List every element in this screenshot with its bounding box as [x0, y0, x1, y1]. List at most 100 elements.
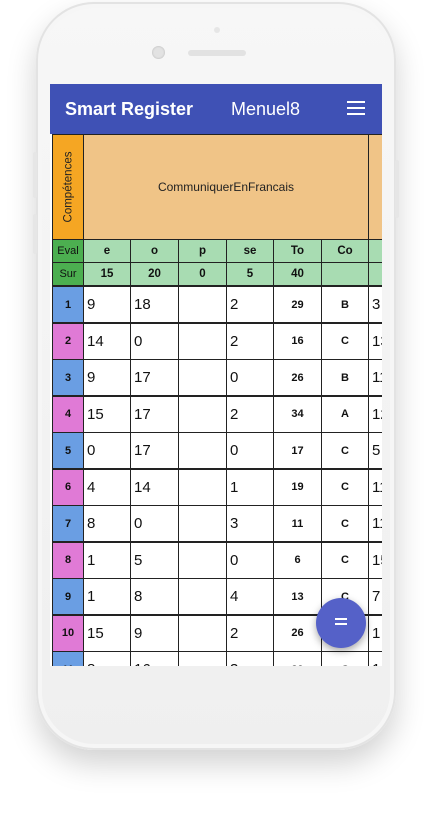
row-number: 3 — [52, 359, 84, 396]
competence-label-cell: Compétences — [52, 134, 84, 240]
grade-cell-se[interactable]: 4 — [226, 578, 274, 615]
grade-cell-o[interactable]: 9 — [130, 614, 179, 652]
grade-cell-e[interactable]: 0 — [83, 432, 131, 469]
phone-speaker — [188, 50, 246, 56]
grade-cell-co[interactable]: C — [321, 432, 369, 469]
row-number: 6 — [52, 468, 84, 506]
grade-cell-p[interactable] — [178, 359, 227, 396]
grade-cell-p[interactable] — [178, 286, 227, 323]
grade-cell-e[interactable]: 8 — [83, 651, 131, 666]
grade-cell-next[interactable]: 11 — [368, 359, 382, 396]
grade-cell-e[interactable]: 1 — [83, 541, 131, 579]
grade-cell-to[interactable]: 34 — [273, 395, 322, 433]
grade-cell-o[interactable]: 0 — [130, 505, 179, 542]
grade-cell-next[interactable]: 1 — [368, 651, 382, 666]
grade-cell-to[interactable]: 17 — [273, 432, 322, 469]
grade-cell-se[interactable]: 2 — [226, 614, 274, 652]
grade-cell-next[interactable]: 5 — [368, 432, 382, 469]
grade-cell-next[interactable]: 11 — [368, 505, 382, 542]
grade-cell-p[interactable] — [178, 541, 227, 579]
grade-cell-o[interactable]: 17 — [130, 359, 179, 396]
grade-cell-se[interactable]: 3 — [226, 651, 274, 666]
grade-cell-o[interactable]: 14 — [130, 468, 179, 506]
grade-cell-o[interactable]: 16 — [130, 651, 179, 666]
grade-cell-next[interactable]: 15 — [368, 541, 382, 579]
grade-cell-next[interactable]: 12 — [368, 395, 382, 433]
grade-cell-p[interactable] — [178, 322, 227, 360]
grade-cell-co[interactable]: C — [321, 541, 369, 579]
grade-cell-to[interactable]: 13 — [273, 578, 322, 615]
grade-cell-co[interactable]: C — [321, 468, 369, 506]
sur-col-se: 5 — [226, 262, 274, 286]
grade-cell-se[interactable]: 1 — [226, 468, 274, 506]
grade-cell-se[interactable]: 2 — [226, 286, 274, 323]
competence-label: Compétences — [62, 151, 74, 223]
row-number: 9 — [52, 578, 84, 615]
grade-cell-co[interactable]: C — [321, 322, 369, 360]
phone-side-button-left — [33, 152, 37, 198]
grade-cell-e[interactable]: 9 — [83, 359, 131, 396]
phone-side-button-right — [395, 160, 399, 218]
phone-home-button — [182, 690, 242, 730]
grade-cell-o[interactable]: 18 — [130, 286, 179, 323]
grade-cell-o[interactable]: 17 — [130, 432, 179, 469]
grade-cell-se[interactable]: 0 — [226, 359, 274, 396]
grade-cell-o[interactable]: 17 — [130, 395, 179, 433]
grade-cell-se[interactable]: 2 — [226, 395, 274, 433]
grade-cell-co[interactable]: B — [321, 359, 369, 396]
grade-cell-co[interactable]: A — [321, 395, 369, 433]
grade-cell-to[interactable]: 26 — [273, 614, 322, 652]
grade-cell-e[interactable]: 9 — [83, 286, 131, 323]
grade-cell-e[interactable]: 15 — [83, 395, 131, 433]
grade-cell-co[interactable]: C — [321, 505, 369, 542]
eval-col-o: o — [130, 239, 179, 263]
eval-col-to: To — [273, 239, 322, 263]
grade-cell-next[interactable]: 7 — [368, 578, 382, 615]
grade-cell-co[interactable]: C — [321, 651, 369, 666]
row-number: 4 — [52, 395, 84, 433]
grade-cell-next[interactable]: 1 — [368, 614, 382, 652]
grade-cell-o[interactable]: 0 — [130, 322, 179, 360]
grade-cell-se[interactable]: 0 — [226, 432, 274, 469]
grade-cell-co[interactable]: B — [321, 286, 369, 323]
grade-cell-p[interactable] — [178, 578, 227, 615]
competence-name-cell[interactable]: CommuniquerEnFrancais — [83, 134, 369, 240]
hamburger-menu-icon[interactable] — [347, 101, 365, 116]
filter-fab-button[interactable] — [316, 598, 366, 648]
grade-cell-to[interactable]: 26 — [273, 359, 322, 396]
grade-cell-to[interactable]: 16 — [273, 322, 322, 360]
grade-cell-p[interactable] — [178, 505, 227, 542]
grade-cell-next[interactable]: 3 — [368, 286, 382, 323]
grade-cell-e[interactable]: 15 — [83, 614, 131, 652]
grade-cell-se[interactable]: 3 — [226, 505, 274, 542]
grade-cell-e[interactable]: 1 — [83, 578, 131, 615]
grade-cell-e[interactable]: 14 — [83, 322, 131, 360]
grade-cell-to[interactable]: 29 — [273, 286, 322, 323]
grade-cell-to[interactable]: 29 — [273, 651, 322, 666]
competence-next-cell[interactable] — [368, 134, 382, 240]
eval-col-se: se — [226, 239, 274, 263]
grade-cell-e[interactable]: 8 — [83, 505, 131, 542]
app-bar: Smart Register Menuel8 — [50, 84, 382, 134]
grade-cell-e[interactable]: 4 — [83, 468, 131, 506]
grade-cell-to[interactable]: 6 — [273, 541, 322, 579]
sur-col-o: 20 — [130, 262, 179, 286]
grade-cell-se[interactable]: 0 — [226, 541, 274, 579]
grade-cell-p[interactable] — [178, 651, 227, 666]
grade-cell-next[interactable]: 13 — [368, 322, 382, 360]
grade-cell-p[interactable] — [178, 395, 227, 433]
grade-cell-se[interactable]: 2 — [226, 322, 274, 360]
grade-cell-p[interactable] — [178, 614, 227, 652]
grade-cell-next[interactable]: 11 — [368, 468, 382, 506]
eval-col-p: p — [178, 239, 227, 263]
row-number: 7 — [52, 505, 84, 542]
grade-cell-o[interactable]: 8 — [130, 578, 179, 615]
grade-cell-to[interactable]: 19 — [273, 468, 322, 506]
grade-cell-p[interactable] — [178, 432, 227, 469]
phone-sensor — [214, 27, 220, 33]
grade-cell-o[interactable]: 5 — [130, 541, 179, 579]
grade-cell-to[interactable]: 11 — [273, 505, 322, 542]
row-number: 8 — [52, 541, 84, 579]
grade-cell-p[interactable] — [178, 468, 227, 506]
sur-col-to: 40 — [273, 262, 322, 286]
